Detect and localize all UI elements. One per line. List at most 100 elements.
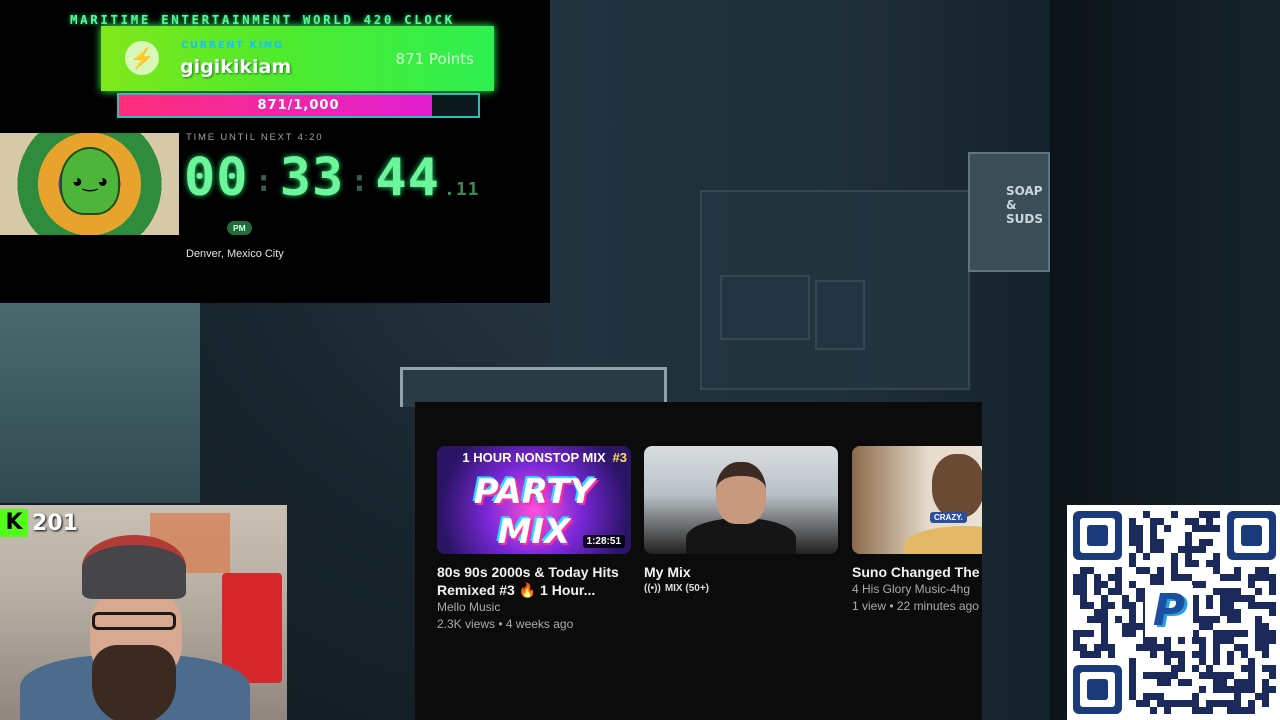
- qr-module: [1199, 525, 1206, 532]
- qr-module: [1129, 623, 1136, 630]
- qr-module: [1178, 651, 1185, 658]
- qr-module: [1087, 616, 1094, 623]
- qr-module: [1129, 679, 1136, 686]
- period-badge: PM: [227, 221, 252, 235]
- video-title[interactable]: Suno Changed The G: [852, 563, 982, 581]
- qr-module: [1178, 665, 1185, 672]
- background-wall-left: [0, 303, 200, 503]
- video-title[interactable]: My Mix: [644, 563, 838, 581]
- qr-module: [1094, 609, 1101, 616]
- qr-module: [1157, 693, 1164, 700]
- qr-module: [1101, 595, 1108, 602]
- video-thumbnail[interactable]: 1 HOUR NONSTOP MIX #3 PARTY MIX 1:28:51: [437, 446, 631, 554]
- qr-module: [1213, 679, 1220, 686]
- qr-module: [1192, 518, 1199, 525]
- qr-module: [1220, 602, 1227, 609]
- qr-module: [1080, 630, 1087, 637]
- qr-module: [1227, 588, 1234, 595]
- qr-module: [1171, 560, 1178, 567]
- qr-module: [1157, 546, 1164, 553]
- qr-module: [1220, 637, 1227, 644]
- streamer-hat: [82, 535, 186, 599]
- qr-module: [1227, 602, 1234, 609]
- qr-module: [1234, 679, 1241, 686]
- qr-module: [1094, 581, 1101, 588]
- qr-module: [1262, 630, 1269, 637]
- qr-module: [1143, 511, 1150, 518]
- qr-module: [1227, 707, 1234, 714]
- video-title[interactable]: 80s 90s 2000s & Today Hits Remixed #3 🔥 …: [437, 563, 631, 599]
- thumbnail-person-face: [716, 462, 766, 524]
- qr-module: [1241, 679, 1248, 686]
- qr-module: [1171, 567, 1178, 574]
- qr-module: [1129, 539, 1136, 546]
- qr-module: [1241, 630, 1248, 637]
- qr-module: [1143, 553, 1150, 560]
- qr-module: [1108, 651, 1115, 658]
- qr-module: [1234, 567, 1241, 574]
- qr-module: [1199, 539, 1206, 546]
- qr-module: [1157, 574, 1164, 581]
- qr-module: [1213, 651, 1220, 658]
- video-thumbnail[interactable]: CRAZY.: [852, 446, 982, 554]
- qr-module: [1129, 525, 1136, 532]
- qr-module: [1269, 637, 1276, 644]
- qr-module: [1115, 616, 1122, 623]
- qr-module: [1087, 630, 1094, 637]
- qr-module: [1185, 679, 1192, 686]
- qr-module: [1143, 700, 1150, 707]
- qr-module: [1185, 546, 1192, 553]
- thumbnail-number: #3: [612, 450, 627, 465]
- qr-module: [1255, 588, 1262, 595]
- qr-module: [1101, 644, 1108, 651]
- qr-module: [1185, 560, 1192, 567]
- qr-module: [1122, 630, 1129, 637]
- qr-module: [1269, 588, 1276, 595]
- qr-module: [1073, 581, 1080, 588]
- qr-module: [1094, 574, 1101, 581]
- qr-module: [1164, 679, 1171, 686]
- video-card-party-mix[interactable]: 1 HOUR NONSTOP MIX #3 PARTY MIX 1:28:51 …: [437, 446, 631, 633]
- qr-module: [1213, 644, 1220, 651]
- qr-module: [1248, 700, 1255, 707]
- qr-module: [1220, 595, 1227, 602]
- qr-module: [1171, 553, 1178, 560]
- qr-module: [1227, 651, 1234, 658]
- qr-module: [1262, 700, 1269, 707]
- qr-module: [1262, 665, 1269, 672]
- qr-module: [1206, 700, 1213, 707]
- clock-title: MARITIME ENTERTAINMENT WORLD 420 CLOCK: [70, 12, 455, 27]
- qr-module: [1241, 595, 1248, 602]
- qr-module: [1136, 532, 1143, 539]
- countdown-hours: 00: [184, 148, 249, 208]
- qr-module: [1101, 630, 1108, 637]
- clock-overlay: MARITIME ENTERTAINMENT WORLD 420 CLOCK ⚡…: [0, 0, 550, 303]
- video-channel[interactable]: Mello Music: [437, 599, 631, 616]
- qr-module: [1213, 553, 1220, 560]
- qr-module: [1108, 574, 1115, 581]
- qr-module: [1255, 623, 1262, 630]
- qr-module: [1080, 567, 1087, 574]
- video-channel[interactable]: 4 His Glory Music-4hg: [852, 581, 982, 598]
- qr-module: [1101, 581, 1108, 588]
- qr-module: [1143, 567, 1150, 574]
- countdown-separator: :: [350, 163, 370, 199]
- qr-module: [1073, 644, 1080, 651]
- qr-module: [1206, 518, 1213, 525]
- qr-module: [1234, 630, 1241, 637]
- qr-module: [1199, 511, 1206, 518]
- qr-module: [1213, 511, 1220, 518]
- video-card-suno[interactable]: CRAZY. Suno Changed The G 4 His Glory Mu…: [852, 446, 982, 615]
- qr-module: [1129, 602, 1136, 609]
- qr-module: [1150, 546, 1157, 553]
- qr-module: [1164, 700, 1171, 707]
- qr-module: [1220, 574, 1227, 581]
- qr-module: [1262, 644, 1269, 651]
- background-panel: [720, 275, 810, 340]
- qr-module: [1213, 630, 1220, 637]
- qr-module: [1269, 686, 1276, 693]
- qr-module: [1080, 651, 1087, 658]
- video-thumbnail[interactable]: [644, 446, 838, 554]
- video-card-my-mix[interactable]: My Mix ((•)) MIX (50+): [644, 446, 838, 594]
- qr-module: [1206, 560, 1213, 567]
